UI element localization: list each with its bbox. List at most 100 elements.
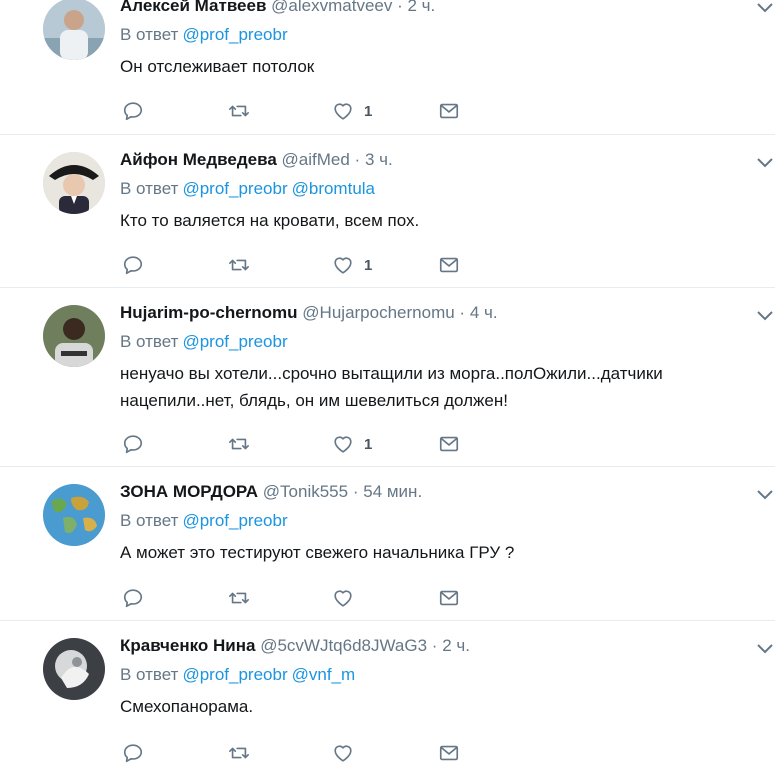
- reply-context: В ответ @prof_preobr: [120, 511, 735, 531]
- author-name[interactable]: ЗОНА МОРДОРА: [120, 482, 258, 501]
- like-count: 1: [364, 256, 373, 274]
- reply-context: В ответ @prof_preobr @bromtula: [120, 179, 735, 199]
- like-count: 1: [364, 102, 373, 120]
- heart-icon: [334, 257, 352, 274]
- tweet-actions: 1: [120, 254, 480, 278]
- mention-link[interactable]: @prof_preobr: [182, 332, 287, 351]
- tweet-header: Hujarim-po-chernomu @Hujarpochernomu · 4…: [120, 303, 735, 323]
- direct-message-button[interactable]: [438, 587, 460, 609]
- like-button[interactable]: 1: [332, 100, 372, 122]
- author-handle[interactable]: @aifMed: [282, 150, 350, 169]
- tweet-text: Кто то валяется на кровати, всем пох.: [120, 211, 420, 230]
- retweet-icon: [229, 438, 249, 450]
- reply-icon: [123, 589, 143, 608]
- heart-icon: [334, 103, 352, 120]
- like-button[interactable]: [332, 587, 364, 609]
- avatar[interactable]: [43, 638, 105, 700]
- like-count: 1: [364, 435, 373, 453]
- retweet-button[interactable]: [228, 100, 250, 122]
- direct-message-button[interactable]: [438, 254, 460, 276]
- avatar[interactable]: [43, 0, 105, 60]
- timestamp[interactable]: 3 ч.: [365, 150, 393, 169]
- mention-link[interactable]: @prof_preobr: [182, 179, 287, 198]
- author-handle[interactable]: @Tonik555: [263, 482, 348, 501]
- author-handle[interactable]: @5cvWJtq6d8JWaG3: [260, 636, 427, 655]
- tweet-actions: [120, 587, 480, 611]
- tweet-header: Кравченко Нина @5cvWJtq6d8JWaG3 · 2 ч.: [120, 636, 735, 656]
- mention-link[interactable]: @bromtula: [292, 179, 375, 198]
- chevron-down-icon[interactable]: [755, 155, 775, 169]
- timestamp[interactable]: 2 ч.: [442, 636, 470, 655]
- heart-icon: [334, 436, 352, 453]
- envelope-icon: [439, 257, 459, 273]
- mention-link[interactable]: @prof_preobr: [182, 25, 287, 44]
- author-name[interactable]: Кравченко Нина: [120, 636, 255, 655]
- mention-link[interactable]: @prof_preobr: [182, 665, 287, 684]
- tweet-text: Он отслеживает потолок: [120, 57, 315, 76]
- author-name[interactable]: Hujarim-po-chernomu: [120, 303, 298, 322]
- direct-message-button[interactable]: [438, 433, 460, 455]
- tweet-actions: 1: [120, 433, 480, 457]
- direct-message-button[interactable]: [438, 100, 460, 122]
- retweet-button[interactable]: [228, 433, 250, 455]
- chevron-down-icon[interactable]: [755, 308, 775, 322]
- timestamp[interactable]: 4 ч.: [470, 303, 498, 322]
- author-handle[interactable]: @alexvmatveev: [271, 0, 392, 15]
- tweet[interactable]: Кравченко Нина @5cvWJtq6d8JWaG3 · 2 ч. В…: [0, 621, 775, 765]
- heart-icon: [334, 745, 352, 762]
- mention-link[interactable]: @prof_preobr: [182, 511, 287, 530]
- timestamp[interactable]: 54 мин.: [363, 482, 422, 501]
- reply-icon: [123, 256, 143, 275]
- tweet-header: ЗОНА МОРДОРА @Tonik555 · 54 мин.: [120, 482, 735, 502]
- mention-link[interactable]: @vnf_m: [292, 665, 356, 684]
- reply-prefix: В ответ: [120, 665, 179, 684]
- tweet[interactable]: Алексей Матвеев @alexvmatveev · 2 ч. В о…: [0, 0, 775, 135]
- tweet[interactable]: ЗОНА МОРДОРА @Tonik555 · 54 мин. В ответ…: [0, 467, 775, 621]
- reply-prefix: В ответ: [120, 332, 179, 351]
- envelope-icon: [439, 590, 459, 606]
- direct-message-button[interactable]: [438, 742, 460, 764]
- heart-icon: [334, 590, 352, 607]
- avatar[interactable]: [43, 484, 105, 546]
- separator-dot: ·: [397, 0, 403, 15]
- tweet[interactable]: Hujarim-po-chernomu @Hujarpochernomu · 4…: [0, 288, 775, 467]
- chevron-down-icon[interactable]: [755, 0, 775, 14]
- like-button[interactable]: 1: [332, 254, 372, 276]
- like-button[interactable]: 1: [332, 433, 372, 455]
- tweet-actions: 1: [120, 100, 480, 124]
- avatar[interactable]: [43, 305, 105, 367]
- tweet-header: Алексей Матвеев @alexvmatveev · 2 ч.: [120, 0, 735, 16]
- reply-prefix: В ответ: [120, 25, 179, 44]
- reply-icon: [123, 102, 143, 121]
- reply-button[interactable]: [122, 433, 144, 455]
- reply-prefix: В ответ: [120, 179, 179, 198]
- reply-button[interactable]: [122, 100, 144, 122]
- reply-button[interactable]: [122, 254, 144, 276]
- reply-button[interactable]: [122, 587, 144, 609]
- chevron-down-icon[interactable]: [755, 487, 775, 501]
- retweet-button[interactable]: [228, 254, 250, 276]
- tweet[interactable]: Айфон Медведева @aifMed · 3 ч. В ответ @p…: [0, 135, 775, 288]
- reply-context: В ответ @prof_preobr: [120, 332, 735, 352]
- timestamp[interactable]: 2 ч.: [408, 0, 436, 15]
- reply-button[interactable]: [122, 742, 144, 764]
- avatar[interactable]: [43, 152, 105, 214]
- tweet-text: Смехопанорама.: [120, 697, 254, 716]
- reply-icon: [123, 744, 143, 763]
- reply-prefix: В ответ: [120, 511, 179, 530]
- retweet-icon: [229, 747, 249, 759]
- like-button[interactable]: [332, 742, 364, 764]
- separator-dot: ·: [352, 482, 359, 501]
- author-handle[interactable]: @Hujarpochernomu: [302, 303, 454, 322]
- chevron-down-icon[interactable]: [755, 641, 775, 655]
- tweet-text: А может это тестируют свежего начальника…: [120, 543, 515, 562]
- separator-dot: ·: [459, 303, 466, 322]
- envelope-icon: [439, 103, 459, 119]
- retweet-button[interactable]: [228, 587, 250, 609]
- retweet-icon: [229, 105, 249, 117]
- author-name[interactable]: Алексей Матвеев: [120, 0, 266, 15]
- tweet-actions: [120, 742, 480, 766]
- retweet-button[interactable]: [228, 742, 250, 764]
- author-name[interactable]: Айфон Медведева: [120, 150, 277, 169]
- retweet-icon: [229, 259, 249, 271]
